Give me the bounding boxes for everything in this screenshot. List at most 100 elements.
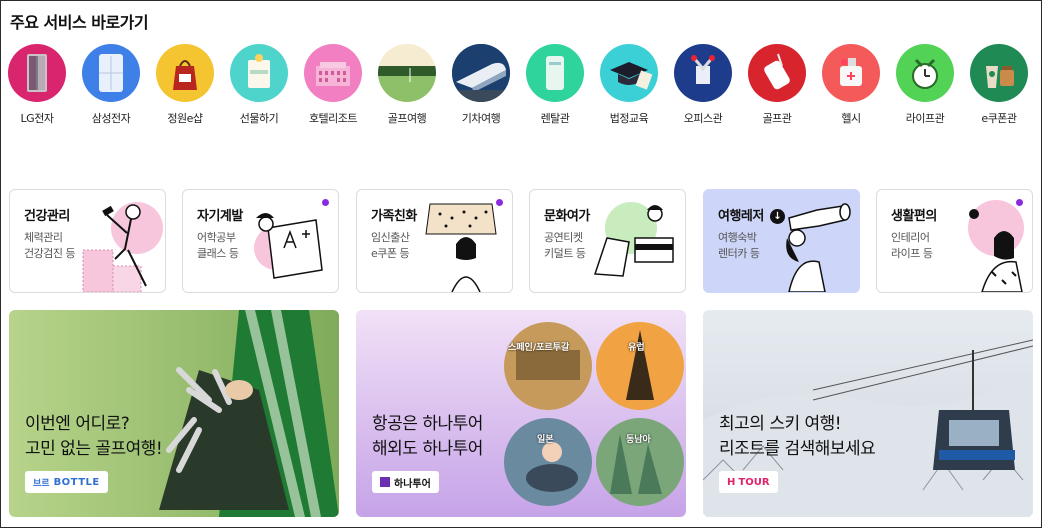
service-samsung[interactable]: 삼성전자	[74, 44, 148, 126]
banner-hanatour[interactable]: 스페인/포르투갈 유럽 일본 동남아 항공은 하나투어 해외도 하나투어 하나투…	[356, 310, 686, 517]
category-title: 여행레저 ↓	[718, 205, 785, 224]
category-sub-line: 임신출산	[371, 231, 410, 244]
service-healthy[interactable]: 헬시	[814, 44, 888, 126]
clock-icon	[896, 44, 954, 102]
banner-headline: 이번엔 어디로? 고민 없는 골프여행!	[25, 414, 163, 459]
category-subtitle: 여행숙박 렌터카 등	[718, 230, 760, 262]
category-title: 문화여가	[544, 209, 590, 224]
category-subtitle: 공연티켓 키덜트 등	[544, 230, 586, 262]
category-title-text: 여행레저	[718, 209, 764, 224]
category-sub-line: 키덜트 등	[544, 247, 586, 260]
bottle-logo-text: BOTTLE	[53, 476, 100, 488]
service-office[interactable]: 오피스관	[666, 44, 740, 126]
category-subtitle: 어학공부 클래스 등	[197, 230, 239, 262]
service-label: 골프관	[762, 112, 792, 125]
banner-ski-travel[interactable]: 최고의 스키 여행! 리조트를 검색해보세요 H TOUR	[703, 310, 1033, 517]
service-label: 라이프관	[905, 112, 945, 125]
service-label: 정원e샵	[167, 112, 203, 125]
service-life[interactable]: 라이프관	[888, 44, 962, 126]
category-sub-line: 체력관리	[24, 231, 63, 244]
service-shortcuts: LG전자 삼성전자 정원e샵 선물하기 호텔리조트 골프여행 기차여행 렌탈관 …	[8, 44, 1038, 128]
service-label: 삼성전자	[91, 112, 131, 125]
banner-golf-travel[interactable]: 이번엔 어디로? 고민 없는 골프여행! 브르 BOTTLE	[9, 310, 339, 517]
hanatour-logo-text: 하나투어	[394, 478, 431, 490]
category-title: 건강관리	[24, 209, 70, 224]
service-label: LG전자	[20, 112, 54, 125]
category-subtitle: 인테리어 라이프 등	[891, 230, 933, 262]
bottle-logo-badge: 브르 BOTTLE	[25, 471, 108, 493]
service-hotel-resort[interactable]: 호텔리조트	[296, 44, 370, 126]
service-jungwon-eshop[interactable]: 정원e샵	[148, 44, 222, 126]
service-train-travel[interactable]: 기차여행	[444, 44, 518, 126]
office-supplies-icon	[674, 44, 732, 102]
destination-label-spain-portugal: 스페인/포르투갈	[508, 343, 570, 353]
category-sub-line: 라이프 등	[891, 247, 933, 260]
health-icon	[822, 44, 880, 102]
service-label: 호텔리조트	[308, 112, 358, 125]
category-subtitle: 체력관리 건강검진 등	[24, 230, 76, 262]
service-gift[interactable]: 선물하기	[222, 44, 296, 126]
banner-headline: 항공은 하나투어 해외도 하나투어	[372, 414, 483, 459]
samsung-fridge-icon	[82, 44, 140, 102]
coffee-coupon-icon	[970, 44, 1028, 102]
category-subtitle: 임신출산 e쿠폰 등	[371, 230, 410, 262]
lg-fridge-icon	[8, 44, 66, 102]
service-label: 골프여행	[387, 112, 427, 125]
study-illustration	[254, 213, 323, 279]
category-sub-line: 인테리어	[891, 231, 930, 244]
service-golf[interactable]: 골프관	[740, 44, 814, 126]
destination-label-europe: 유럽	[628, 343, 645, 353]
category-sub-line: 렌터카 등	[718, 247, 760, 260]
hmtour-logo-badge: H TOUR	[719, 471, 778, 493]
category-card-health[interactable]: 건강관리 체력관리 건강검진 등	[9, 189, 166, 293]
category-card-culture[interactable]: 문화여가 공연티켓 키덜트 등	[529, 189, 686, 293]
category-card-convenience[interactable]: 생활편의 인테리어 라이프 등	[876, 189, 1033, 293]
category-title: 가족친화	[371, 209, 417, 224]
gift-card-icon	[230, 44, 288, 102]
service-ecoupon[interactable]: e쿠폰관	[962, 44, 1036, 126]
service-legal-education[interactable]: 법정교육	[592, 44, 666, 126]
bottle-logo-mark: 브르	[33, 478, 50, 489]
category-title: 생활편의	[891, 209, 937, 224]
service-label: e쿠폰관	[981, 112, 1017, 125]
banner-headline: 최고의 스키 여행! 리조트를 검색해보세요	[719, 414, 876, 459]
graduation-cap-icon	[600, 44, 658, 102]
golf-bag-icon	[748, 44, 806, 102]
hmtour-logo-text: TOUR	[738, 476, 770, 488]
category-sub-line: 건강검진 등	[24, 247, 76, 260]
golf-course-icon	[378, 44, 436, 102]
train-icon	[452, 44, 510, 102]
category-sub-line: 공연티켓	[544, 231, 583, 244]
category-title: 자기계발	[197, 209, 243, 224]
service-lg-electronics[interactable]: LG전자	[0, 44, 74, 126]
service-rental[interactable]: 렌탈관	[518, 44, 592, 126]
service-label: 오피스관	[683, 112, 723, 125]
hanatour-logo-badge: 하나투어	[372, 471, 439, 493]
category-sub-line: 클래스 등	[197, 247, 239, 260]
culture-illustration	[593, 202, 674, 277]
category-sub-line: e쿠폰 등	[371, 247, 410, 260]
download-arrow-icon: ↓	[769, 209, 785, 224]
hanatour-logo-mark	[380, 477, 390, 487]
category-card-travel-leisure[interactable]: 여행레저 ↓ 여행숙박 렌터카 등	[703, 189, 860, 293]
destination-label-japan: 일본	[537, 435, 554, 445]
service-label: 렌탈관	[540, 112, 570, 125]
hotel-icon	[304, 44, 362, 102]
category-sub-line: 여행숙박	[718, 231, 757, 244]
family-illustration	[425, 203, 497, 292]
destination-label-southeast-asia: 동남아	[626, 435, 651, 445]
purifier-icon	[526, 44, 584, 102]
service-label: 헬시	[841, 112, 861, 125]
service-label: 기차여행	[461, 112, 501, 125]
service-label: 법정교육	[609, 112, 649, 125]
section-title: 주요 서비스 바로가기	[10, 13, 149, 32]
service-label: 선물하기	[239, 112, 279, 125]
hmtour-logo-mark: H	[727, 476, 736, 488]
service-golf-travel[interactable]: 골프여행	[370, 44, 444, 126]
gift-bag-icon	[156, 44, 214, 102]
category-card-family[interactable]: 가족친화 임신출산 e쿠폰 등	[356, 189, 513, 293]
exercise-illustration	[82, 202, 163, 292]
category-sub-line: 어학공부	[197, 231, 236, 244]
category-card-self-development[interactable]: 자기계발 어학공부 클래스 등	[182, 189, 339, 293]
living-illustration	[968, 200, 1024, 292]
